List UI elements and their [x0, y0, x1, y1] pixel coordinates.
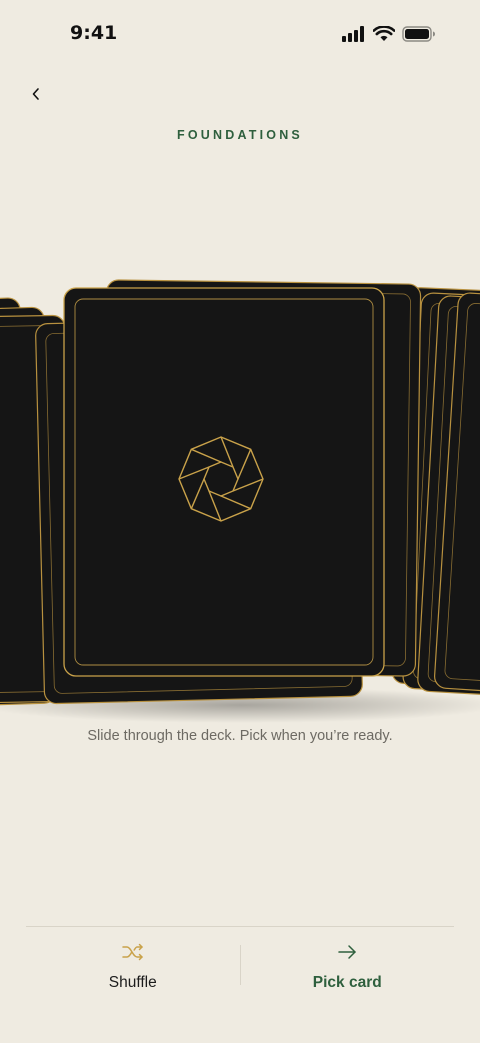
battery-icon: [402, 26, 436, 42]
status-time: 9:41: [70, 22, 118, 44]
status-icons: [342, 26, 436, 42]
bottom-action-bar: Shuffle Pick card: [26, 927, 454, 1007]
deck-hint-text: Slide through the deck. Pick when you’re…: [87, 728, 393, 744]
shuffle-button[interactable]: Shuffle: [26, 927, 240, 1007]
pick-card-label: Pick card: [312, 974, 382, 991]
card-deck-carousel[interactable]: [0, 260, 480, 730]
status-bar: 9:41: [0, 0, 480, 70]
shuffle-icon: [121, 943, 145, 966]
back-button[interactable]: [22, 80, 50, 112]
shuffle-label: Shuffle: [108, 974, 157, 991]
page-title: FOUNDATIONS: [177, 128, 303, 142]
wifi-icon: [373, 26, 395, 42]
pick-card-button[interactable]: Pick card: [241, 927, 455, 1007]
arrow-right-icon: [335, 943, 359, 966]
front-card[interactable]: [63, 287, 385, 677]
signal-icon: [342, 26, 366, 42]
chevron-left-icon: [30, 86, 42, 107]
